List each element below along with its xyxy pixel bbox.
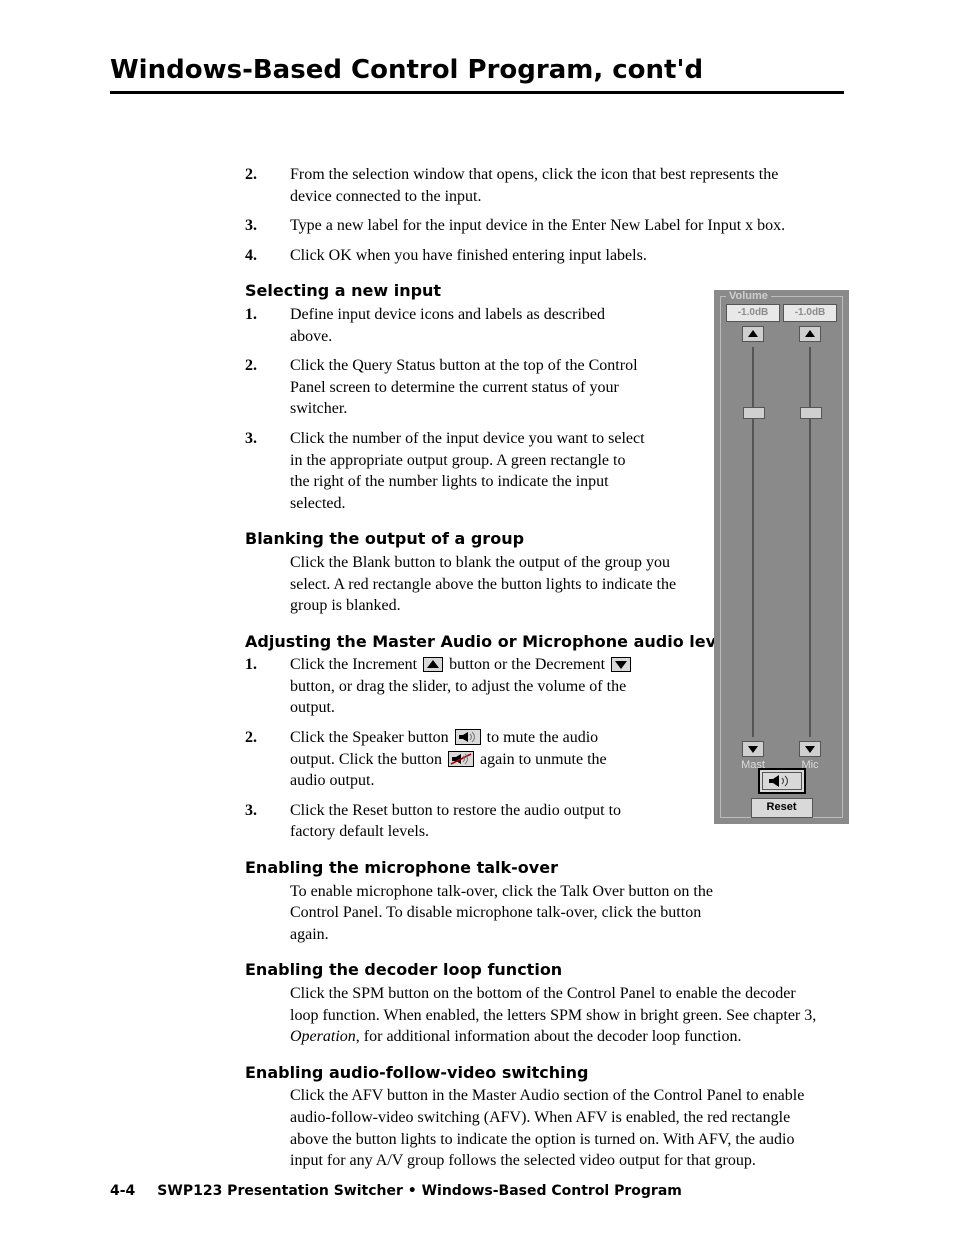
step-number: 3. (245, 800, 290, 843)
step-text: From the selection window that opens, cl… (290, 164, 820, 207)
page-number: 4-4 (110, 1183, 135, 1199)
step-number: 3. (245, 215, 290, 237)
section-body: Click the Blank button to blank the outp… (245, 552, 690, 617)
section-title-decoder: Enabling the decoder loop function (245, 959, 820, 981)
mic-decrement-button[interactable] (799, 741, 821, 757)
section-body: To enable microphone talk-over, click th… (245, 881, 740, 946)
page-footer: 4-4 SWP123 Presentation Switcher • Window… (110, 1183, 682, 1199)
speaker-icon (455, 729, 481, 745)
step-text: Click the Reset button to restore the au… (290, 800, 645, 843)
step-text: Click the Query Status button at the top… (290, 355, 645, 420)
step-number: 2. (245, 727, 290, 792)
step-number: 1. (245, 304, 290, 347)
step-text: Click the Increment button or the Decrem… (290, 654, 645, 719)
speaker-mute-button[interactable] (758, 768, 806, 794)
speaker-muted-icon (448, 751, 474, 767)
master-decrement-button[interactable] (742, 741, 764, 757)
mic-slider-thumb[interactable] (800, 407, 822, 419)
reset-button[interactable]: Reset (751, 798, 813, 818)
step-number: 2. (245, 355, 290, 420)
step-text: Click OK when you have finished entering… (290, 245, 820, 267)
step-number: 1. (245, 654, 290, 719)
step-text: Define input device icons and labels as … (290, 304, 645, 347)
master-slider-track[interactable] (749, 347, 757, 737)
step-number: 3. (245, 428, 290, 514)
volume-panel: Volume -1.0dB Mast -1.0dB Mic Reset (714, 290, 849, 824)
increment-icon (423, 657, 443, 672)
page-title: Windows-Based Control Program, cont'd (110, 55, 844, 94)
section-body: Click the SPM button on the bottom of th… (245, 983, 820, 1048)
master-slider-thumb[interactable] (743, 407, 765, 419)
step-number: 4. (245, 245, 290, 267)
volume-frame-label: Volume (726, 290, 771, 302)
master-increment-button[interactable] (742, 326, 764, 342)
footer-text: SWP123 Presentation Switcher • Windows-B… (157, 1183, 682, 1199)
mic-slider-track[interactable] (806, 347, 814, 737)
step-text: Type a new label for the input device in… (290, 215, 820, 237)
section-title-talkover: Enabling the microphone talk-over (245, 857, 800, 879)
step-number: 2. (245, 164, 290, 207)
section-body: Click the AFV button in the Master Audio… (245, 1085, 820, 1171)
mic-db-readout: -1.0dB (783, 304, 837, 322)
step-text: Click the number of the input device you… (290, 428, 645, 514)
master-db-readout: -1.0dB (726, 304, 780, 322)
mic-increment-button[interactable] (799, 326, 821, 342)
step-text: Click the Speaker button to mute the aud… (290, 727, 645, 792)
decrement-icon (611, 657, 631, 672)
section-title-afv: Enabling audio-follow-video switching (245, 1062, 820, 1084)
